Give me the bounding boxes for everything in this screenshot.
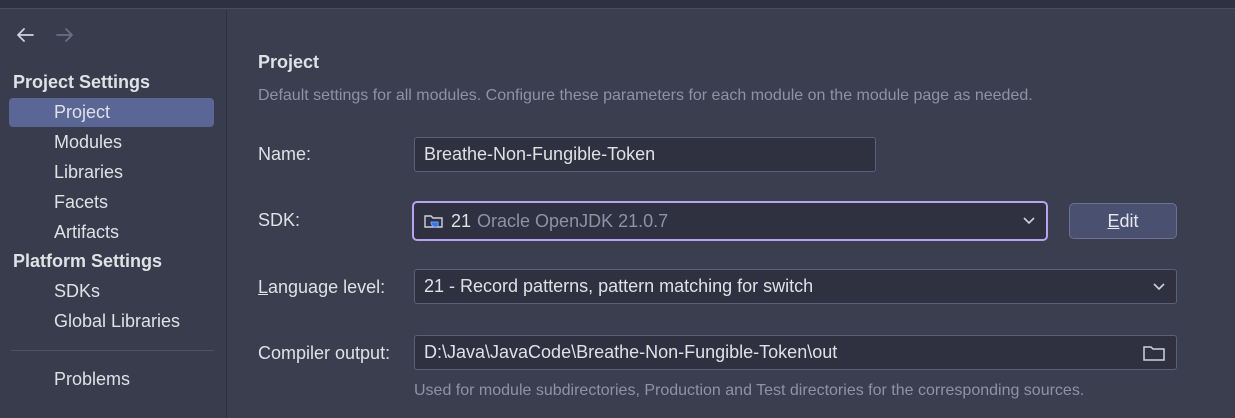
sidebar-divider <box>11 350 214 351</box>
name-field-value: Breathe-Non-Fungible-Token <box>424 144 656 164</box>
language-level-select[interactable]: 21 - Record patterns, pattern matching f… <box>414 269 1177 304</box>
compiler-output-value: D:\Java\JavaCode\Breathe-Non-Fungible-To… <box>424 342 838 362</box>
chevron-down-icon <box>1023 217 1035 225</box>
sdk-label: SDK: <box>258 210 301 230</box>
project-settings-panel: Project Default settings for all modules… <box>228 10 1235 418</box>
edit-sdk-button[interactable]: Edit <box>1069 203 1177 239</box>
sdk-folder-icon <box>423 211 445 231</box>
sdk-select[interactable]: 21 Oracle OpenJDK 21.0.7 <box>412 201 1048 241</box>
edit-mnemonic: E <box>1107 210 1120 231</box>
sdk-version: 21 <box>451 210 472 231</box>
back-arrow-icon[interactable] <box>14 24 36 46</box>
sdk-name: Oracle OpenJDK 21.0.7 <box>477 210 669 231</box>
language-level-label: Language level: <box>258 277 385 298</box>
sidebar-item-project[interactable]: Project <box>9 98 214 127</box>
sidebar-item-libraries[interactable]: Libraries <box>9 158 214 187</box>
name-field[interactable]: Breathe-Non-Fungible-Token <box>414 137 876 172</box>
language-level-value: 21 - Record patterns, pattern matching f… <box>424 276 814 296</box>
edit-button-label: dit <box>1119 210 1139 231</box>
sidebar-item-facets[interactable]: Facets <box>9 188 214 217</box>
sidebar-item-artifacts[interactable]: Artifacts <box>9 218 214 247</box>
compiler-output-field[interactable]: D:\Java\JavaCode\Breathe-Non-Fungible-To… <box>414 335 1177 370</box>
nav-arrows <box>14 24 76 46</box>
sidebar-item-problems[interactable]: Problems <box>9 365 214 394</box>
project-structure-dialog: Project Settings Project Modules Librari… <box>0 0 1235 418</box>
sidebar-item-global-libraries[interactable]: Global Libraries <box>9 307 214 336</box>
folder-icon[interactable] <box>1142 344 1166 362</box>
name-label: Name: <box>258 144 312 164</box>
platform-settings-heading: Platform Settings <box>13 251 163 271</box>
chevron-down-icon <box>1153 282 1165 290</box>
page-description: Default settings for all modules. Config… <box>258 87 1033 104</box>
top-border <box>0 0 1235 9</box>
sidebar-item-sdks[interactable]: SDKs <box>9 277 214 306</box>
page-title: Project <box>258 52 320 72</box>
forward-arrow-icon[interactable] <box>54 24 76 46</box>
sidebar: Project Settings Project Modules Librari… <box>0 10 227 418</box>
compiler-output-label: Compiler output: <box>258 343 391 363</box>
language-level-label-text: anguage level: <box>268 277 386 297</box>
compiler-output-hint: Used for module subdirectories, Producti… <box>414 382 1085 399</box>
project-settings-heading: Project Settings <box>13 72 151 92</box>
language-level-mnemonic: L <box>258 277 269 297</box>
sidebar-item-modules[interactable]: Modules <box>9 128 214 157</box>
